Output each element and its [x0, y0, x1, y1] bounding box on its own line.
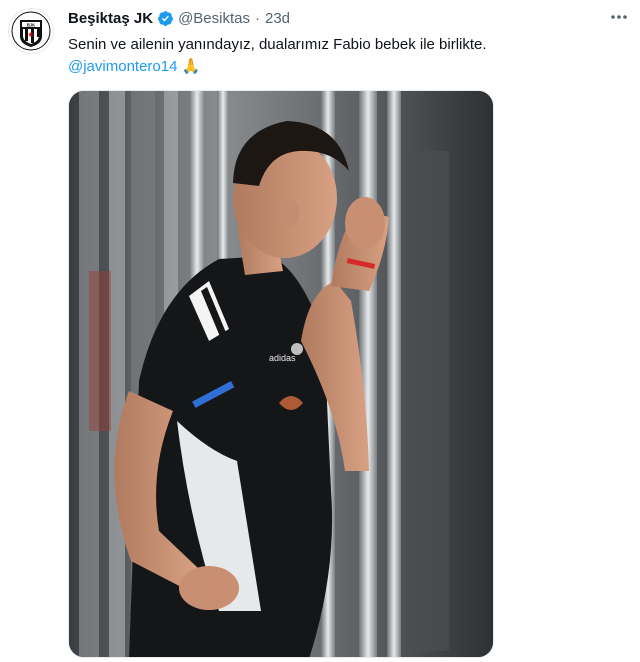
tweet-text: Senin ve ailenin yanındayız, dualarımız …	[68, 34, 608, 78]
author-name[interactable]: Beşiktaş JK	[68, 10, 153, 27]
tweet-card[interactable]: BJK Beşiktaş JK @Besiktas · 23d Senin ve…	[0, 0, 640, 662]
separator-dot: ·	[254, 9, 260, 27]
mention-link[interactable]: @javimontero14	[68, 58, 177, 75]
more-options-icon[interactable]	[608, 8, 630, 26]
praying-hands-emoji: 🙏	[181, 58, 201, 75]
timestamp[interactable]: 23d	[265, 10, 290, 27]
svg-text:BJK: BJK	[27, 22, 36, 27]
author-handle[interactable]: @Besiktas	[178, 10, 250, 27]
tweet-text-line: Senin ve ailenin yanındayız, dualarımız …	[68, 36, 487, 53]
jersey-brand-label: adidas	[269, 353, 296, 363]
besiktas-crest-icon: BJK	[11, 11, 51, 51]
tweet-photo[interactable]: adidas	[68, 90, 494, 658]
avatar[interactable]: BJK	[8, 8, 54, 54]
tweet-header: Beşiktaş JK @Besiktas · 23d	[68, 7, 290, 29]
verified-badge-icon	[157, 10, 174, 27]
